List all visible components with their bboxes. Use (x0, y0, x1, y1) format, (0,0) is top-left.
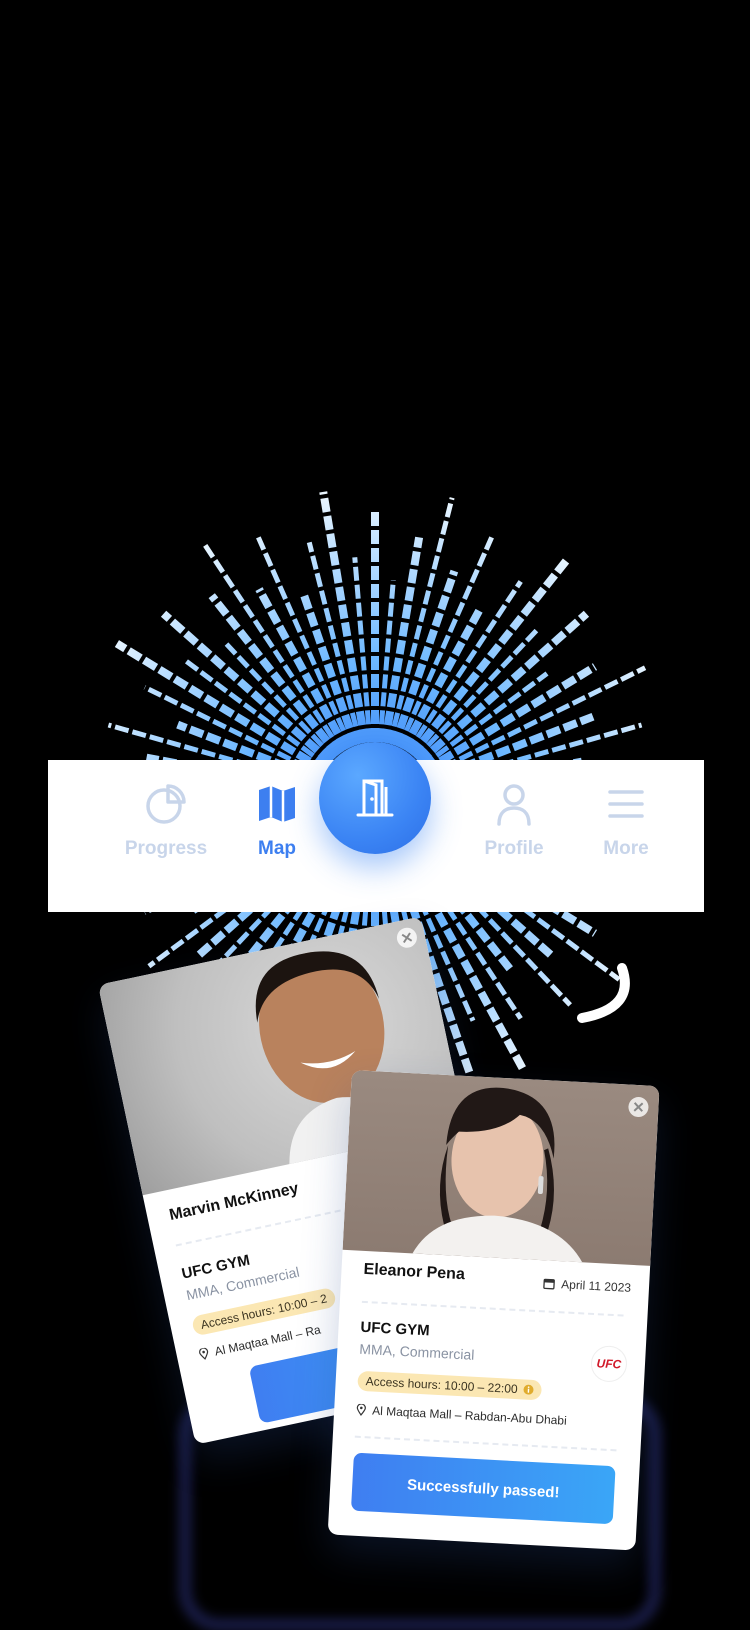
map-icon (259, 786, 295, 822)
person-name: Eleanor Pena (363, 1260, 466, 1284)
tab-more[interactable]: More (570, 782, 682, 882)
calendar-icon (543, 1278, 556, 1290)
pass-card-front: Eleanor Pena April 11 2023 UFC GYM MMA, … (327, 1070, 660, 1551)
person-name: Marvin McKinney (167, 1179, 301, 1224)
pass-date-text: April 11 2023 (560, 1277, 632, 1295)
divider (354, 1435, 617, 1452)
bottom-tab-bar: Progress Map Profile More (48, 742, 704, 912)
menu-icon (608, 790, 644, 818)
tab-profile-label: Profile (484, 838, 544, 859)
tab-profile[interactable]: Profile (458, 782, 570, 882)
gym-logo: UFC (590, 1344, 628, 1383)
gym-address: Al Maqtaa Mall – Rabdan-Abu Dhabi (356, 1403, 567, 1428)
tab-progress[interactable]: Progress (110, 782, 222, 882)
pass-date: April 11 2023 (543, 1276, 631, 1295)
passed-button[interactable]: Successfully passed! (350, 1452, 616, 1525)
divider (361, 1300, 624, 1317)
access-hours-text: Access hours: 10:00 – 22:00 (365, 1374, 519, 1397)
close-icon (401, 932, 413, 944)
close-icon (633, 1102, 644, 1112)
gym-name: UFC GYM (360, 1318, 431, 1340)
tab-map-label: Map (258, 838, 296, 859)
person-icon (497, 784, 531, 826)
location-pin-icon (199, 1347, 209, 1360)
gym-type: MMA, Commercial (359, 1340, 475, 1363)
profile-photo (342, 1070, 660, 1266)
door-icon (356, 779, 394, 817)
tab-progress-label: Progress (124, 838, 208, 859)
check-in-button[interactable] (319, 742, 431, 854)
pie-chart-icon (146, 784, 186, 824)
gym-address-text: Al Maqtaa Mall – Rabdan-Abu Dhabi (371, 1403, 568, 1428)
tab-map[interactable]: Map (221, 782, 333, 882)
location-pin-icon (356, 1403, 366, 1416)
tab-more-label: More (603, 838, 649, 859)
info-icon (523, 1384, 534, 1395)
access-hours-badge: Access hours: 10:00 – 22:00 (357, 1370, 543, 1401)
